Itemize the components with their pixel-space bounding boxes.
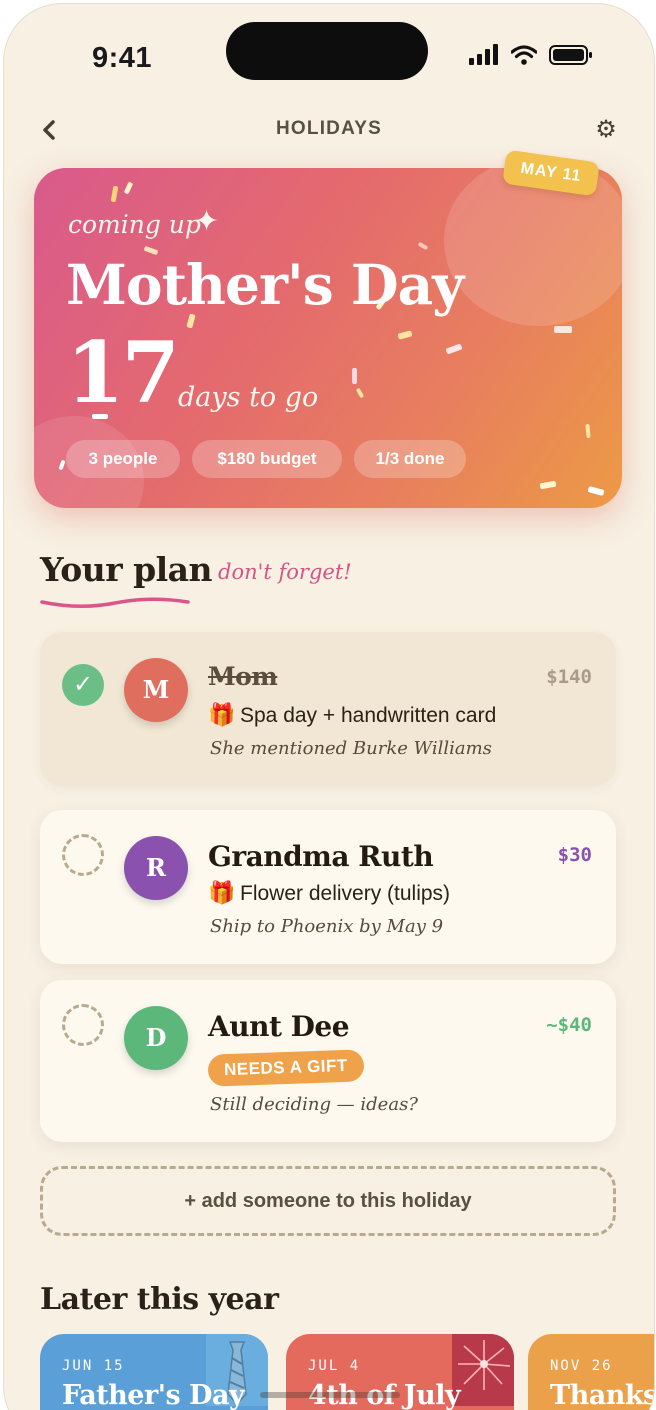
settings-button[interactable]: ⚙ bbox=[592, 116, 620, 144]
person-name: Aunt Dee bbox=[208, 1010, 350, 1043]
confetti-piece bbox=[355, 387, 365, 399]
person-name: Grandma Ruth bbox=[208, 840, 434, 873]
gift-icon: 🎁 bbox=[208, 702, 236, 727]
confetti-piece bbox=[539, 480, 557, 490]
gift-line: 🎁 Spa day + handwritten card bbox=[208, 702, 496, 728]
person-budget: $140 bbox=[546, 666, 592, 688]
later-heading: Later this year bbox=[40, 1282, 279, 1317]
progress-chip: 1/3 done bbox=[354, 440, 466, 478]
confetti-piece bbox=[554, 326, 572, 333]
confetti-piece bbox=[110, 185, 119, 203]
avatar: R bbox=[124, 836, 188, 900]
confetti-piece bbox=[587, 486, 605, 496]
plan-reminder-note: don't forget! bbox=[218, 560, 352, 584]
holiday-card-4th-of-july[interactable]: JUL 4 4th of July bbox=[286, 1334, 514, 1410]
cellular-signal-icon bbox=[469, 44, 498, 65]
person-card-mom[interactable]: ✓ M Mom $140 🎁 Spa day + handwritten card… bbox=[40, 632, 616, 786]
status-time: 9:41 bbox=[92, 42, 153, 74]
confetti-piece bbox=[585, 423, 591, 439]
avatar: M bbox=[124, 658, 188, 722]
holiday-card-thanksgiving[interactable]: NOV 26 Thanksgiving bbox=[528, 1334, 654, 1410]
person-card-aunt-dee[interactable]: D Aunt Dee ~$40 NEEDS A GIFT Still decid… bbox=[40, 980, 616, 1142]
person-budget: $30 bbox=[557, 844, 592, 866]
page-title: HOLIDAYS bbox=[275, 118, 383, 139]
confetti-piece bbox=[352, 368, 357, 384]
holiday-date: NOV 26 bbox=[550, 1358, 613, 1374]
holiday-hero-card[interactable]: coming up ✦ Mother's Day 17 days to go 3… bbox=[34, 168, 622, 508]
checkmark-icon[interactable]: ✓ bbox=[62, 664, 104, 706]
person-note: Still deciding — ideas? bbox=[210, 1094, 418, 1115]
days-label: days to go bbox=[178, 382, 319, 413]
unchecked-circle-icon[interactable] bbox=[62, 834, 104, 876]
status-bar: 9:41 bbox=[4, 4, 654, 104]
gift-description: Flower delivery (tulips) bbox=[240, 882, 451, 905]
hero-kicker: coming up bbox=[68, 210, 201, 239]
add-person-button[interactable]: + add someone to this holiday bbox=[40, 1166, 616, 1236]
underline-scribble bbox=[40, 597, 190, 609]
wifi-icon bbox=[511, 45, 537, 65]
person-note: She mentioned Burke Williams bbox=[210, 738, 492, 759]
people-count-chip: 3 people bbox=[66, 440, 180, 478]
unchecked-circle-icon[interactable] bbox=[62, 1004, 104, 1046]
gear-icon: ⚙ bbox=[595, 116, 617, 143]
gift-description: Spa day + handwritten card bbox=[240, 704, 497, 727]
avatar: D bbox=[124, 1006, 188, 1070]
plan-heading: Your plan bbox=[40, 550, 213, 589]
gift-icon: 🎁 bbox=[208, 880, 236, 905]
budget-chip: $180 budget bbox=[192, 440, 342, 478]
decorative-circle bbox=[444, 168, 622, 326]
confetti-piece bbox=[123, 181, 134, 195]
needs-gift-badge: NEEDS A GIFT bbox=[207, 1049, 365, 1087]
person-note: Ship to Phoenix by May 9 bbox=[210, 916, 444, 937]
dynamic-island bbox=[226, 22, 428, 80]
holiday-name: Thanksgiving bbox=[550, 1380, 654, 1410]
sparkle-icon: ✦ bbox=[194, 205, 220, 238]
phone-screen: 9:41 HOLIDAYS ⚙ coming up ✦ Mother's Day… bbox=[4, 4, 654, 1410]
person-name: Mom bbox=[208, 662, 278, 691]
fireworks-icon bbox=[452, 1334, 514, 1406]
battery-icon bbox=[549, 45, 592, 65]
home-indicator[interactable] bbox=[260, 1392, 400, 1398]
days-count: 17 bbox=[66, 323, 180, 422]
holiday-title: Mother's Day bbox=[66, 252, 464, 317]
holiday-date: JUL 4 bbox=[308, 1358, 361, 1374]
person-budget: ~$40 bbox=[546, 1014, 592, 1036]
confetti-piece bbox=[445, 343, 463, 355]
gift-line: 🎁 Flower delivery (tulips) bbox=[208, 880, 450, 906]
holiday-name: Father's Day bbox=[62, 1380, 245, 1410]
holiday-card-fathers-day[interactable]: JUN 15 Father's Day bbox=[40, 1334, 268, 1410]
confetti-piece bbox=[417, 241, 429, 251]
confetti-piece bbox=[397, 330, 413, 340]
holiday-date: JUN 15 bbox=[62, 1358, 125, 1374]
person-card-grandma-ruth[interactable]: R Grandma Ruth $30 🎁 Flower delivery (tul… bbox=[40, 810, 616, 964]
